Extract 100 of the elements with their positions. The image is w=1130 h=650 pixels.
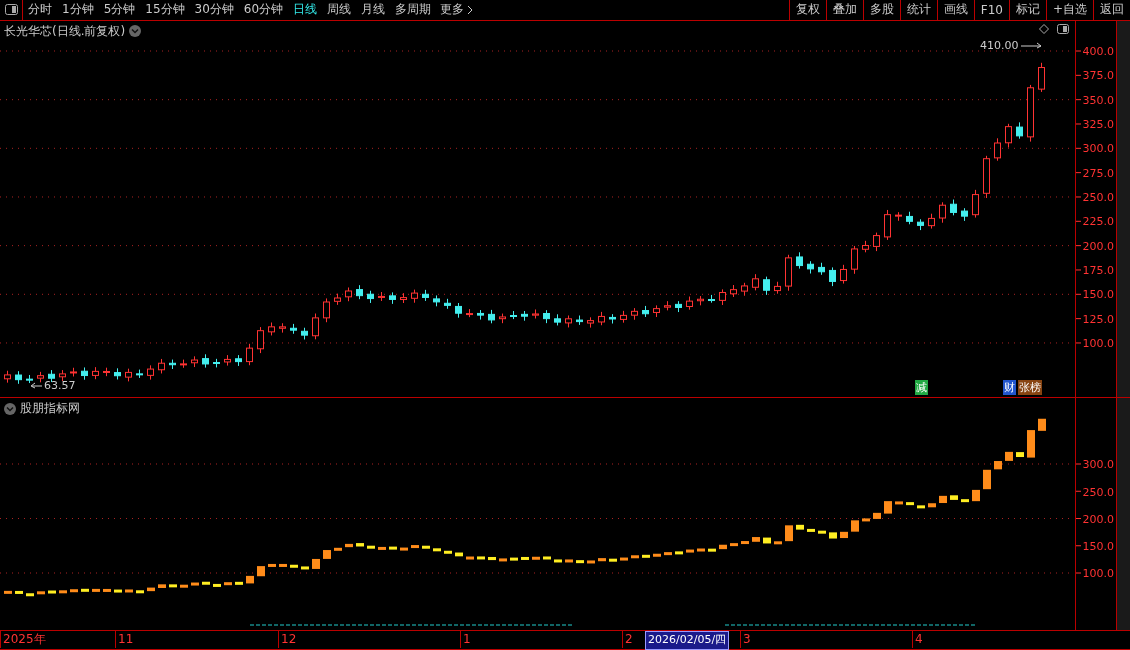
indicator-bar (807, 529, 815, 533)
candle (279, 322, 286, 334)
candle (961, 207, 968, 222)
toolbar-button[interactable]: 叠加 (825, 0, 863, 20)
toolbar-button[interactable]: 统计 (899, 0, 937, 20)
toolbar-button[interactable]: 返回 (1093, 0, 1130, 20)
indicator-bar (378, 547, 386, 551)
candle (433, 294, 440, 307)
indicator-bar (818, 531, 826, 535)
indicator-bar (312, 559, 320, 570)
period-tab[interactable]: 30分钟 (190, 0, 238, 20)
indicator-bar (1027, 430, 1035, 458)
period-tab[interactable]: 分时 (24, 0, 56, 20)
candle (147, 364, 154, 381)
period-tab[interactable]: 1分钟 (58, 0, 98, 20)
candle (59, 369, 66, 382)
period-tab[interactable]: 多周期 (391, 0, 436, 20)
axis-label: 225.0 (1082, 214, 1114, 228)
candle (884, 209, 891, 241)
candle (301, 327, 308, 340)
indicator-bar (180, 585, 188, 589)
toolbar-button[interactable]: 复权 (788, 0, 826, 20)
event-badge[interactable]: 张榜 (1018, 380, 1042, 396)
candle (730, 284, 737, 298)
toolbar-button[interactable]: +自选 (1045, 0, 1093, 20)
indicator-bar (851, 520, 859, 533)
axis-label: 325.0 (1082, 117, 1114, 131)
indicator-bar (543, 556, 551, 560)
period-tab[interactable]: 月线 (357, 0, 390, 20)
candle (873, 232, 880, 252)
toolbar-button[interactable]: 画线 (936, 0, 974, 20)
dropdown-icon[interactable] (129, 25, 142, 38)
panel-toggle-icon[interactable] (1057, 23, 1069, 34)
candle (92, 366, 99, 380)
candle (697, 295, 704, 306)
candle (290, 323, 297, 335)
arrow-icon (1020, 41, 1043, 50)
indicator-bar (587, 560, 595, 564)
indicator-bar (741, 541, 749, 545)
candle (224, 354, 231, 367)
period-tab[interactable]: 15分钟 (141, 0, 189, 20)
axis-label: 150.0 (1082, 287, 1114, 301)
candle (257, 326, 264, 354)
indicator-bar (1005, 452, 1013, 462)
candle (554, 313, 561, 326)
period-tab[interactable]: 日线 (289, 0, 322, 20)
indicator-bar (972, 490, 980, 502)
indicator-bar (169, 584, 177, 588)
axis-label: 200.0 (1082, 512, 1114, 526)
indicator-bar (444, 551, 452, 555)
indicator-bar (334, 548, 342, 552)
candle (312, 313, 319, 340)
toolbar-button[interactable]: 多股 (862, 0, 900, 20)
chevron-icon[interactable] (467, 5, 474, 15)
indicator-bar (191, 582, 199, 586)
candle (532, 308, 539, 319)
indicator-bar (708, 549, 716, 553)
indicator-bar (961, 499, 969, 503)
indicator-bar (477, 556, 485, 560)
period-tab[interactable]: 5分钟 (99, 0, 140, 20)
indicator-bar (598, 558, 606, 562)
period-tab[interactable]: 周线 (323, 0, 356, 20)
toolbar-button[interactable]: 标记 (1008, 0, 1046, 20)
period-tab[interactable]: 60分钟 (239, 0, 288, 20)
date-label: 4 (912, 631, 925, 649)
arrow-icon (30, 381, 42, 390)
candle (763, 276, 770, 296)
candle (191, 355, 198, 368)
candle (653, 304, 660, 318)
indicator-bar (609, 559, 617, 563)
candle (367, 290, 374, 304)
candle (719, 288, 726, 306)
indicator-bar (664, 552, 672, 556)
axis-label: 150.0 (1082, 539, 1114, 553)
candle (389, 291, 396, 305)
chart-title: 长光华芯(日线.前复权) (4, 22, 126, 40)
dropdown-icon[interactable] (4, 402, 16, 415)
axis-label: 125.0 (1082, 312, 1114, 326)
indicator-bar (719, 545, 727, 550)
candle (818, 262, 825, 276)
date-label: 1 (460, 631, 473, 649)
axis-label: 250.0 (1082, 190, 1114, 204)
candle (906, 211, 913, 225)
candle (576, 315, 583, 326)
date-label: 2 (622, 631, 635, 649)
indicator-bar (939, 496, 947, 504)
indicator-bar (224, 582, 232, 586)
candle (334, 293, 341, 306)
indicator-bar (675, 551, 683, 555)
diamond-icon[interactable] (1039, 23, 1049, 34)
indicator-bar (37, 591, 45, 595)
candle (345, 286, 352, 302)
panel-toggle-icon[interactable] (4, 4, 18, 16)
indicator-bar (246, 576, 254, 584)
more-button[interactable]: 更多 (436, 0, 478, 20)
indicator-bar (686, 549, 694, 553)
toolbar-button[interactable]: F10 (973, 0, 1009, 20)
indicator-bar (15, 591, 23, 595)
event-badge[interactable]: 财 (1003, 380, 1016, 396)
candle (114, 367, 121, 380)
